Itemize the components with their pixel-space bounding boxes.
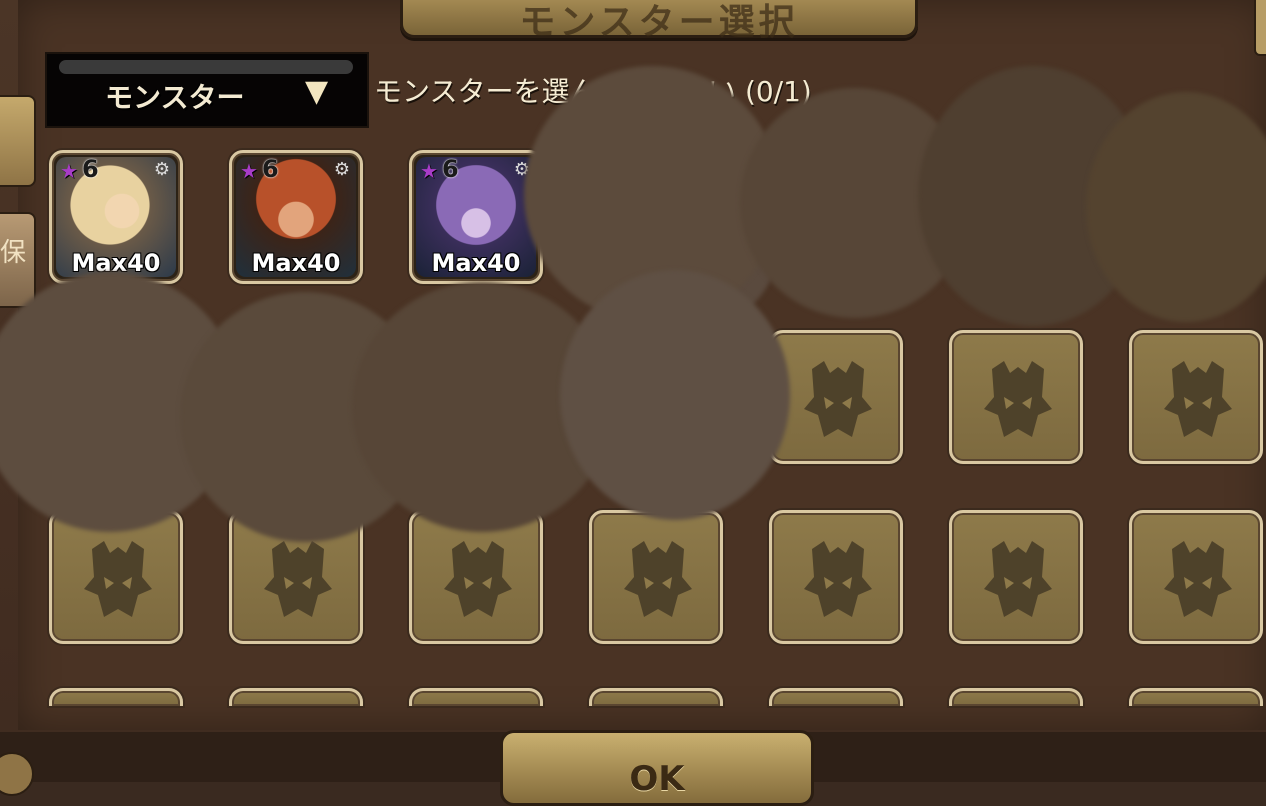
ok-button-label: OK — [629, 759, 685, 799]
empty-slot[interactable] — [769, 688, 903, 706]
monster-mask-icon — [984, 361, 1052, 437]
empty-slot[interactable] — [769, 510, 903, 644]
gear-icon: ⚙ — [153, 159, 170, 180]
star-count: 6 — [442, 155, 459, 183]
dropdown-label: モンスター — [105, 81, 245, 114]
empty-slot[interactable] — [949, 688, 1083, 706]
title-banner: モンスター選択 — [400, 0, 918, 43]
star-count: 6 — [82, 155, 99, 183]
side-tab-2[interactable]: 保 — [0, 212, 36, 308]
gear-icon: ⚙ — [333, 159, 350, 180]
monster-level: Max40 — [431, 249, 521, 277]
empty-slot[interactable] — [1129, 330, 1263, 464]
monster-slot-1[interactable]: ★ 6 ⚙ Max40 — [49, 150, 183, 284]
monster-mask-icon — [264, 541, 332, 617]
monster-filter-dropdown[interactable]: モンスター ▼ — [45, 52, 369, 128]
empty-slot[interactable] — [949, 510, 1083, 644]
empty-slot[interactable] — [949, 330, 1083, 464]
star-icon: ★ — [60, 159, 78, 183]
empty-slot[interactable] — [49, 688, 183, 706]
empty-slot[interactable] — [589, 688, 723, 706]
right-edge-tab — [1254, 0, 1266, 56]
blur-overlay — [560, 270, 790, 520]
monster-mask-icon — [804, 361, 872, 437]
monster-mask-icon — [1164, 361, 1232, 437]
monster-slot-2[interactable]: ★ 6 ⚙ Max40 — [229, 150, 363, 284]
dropdown-arrow-icon: ▼ — [305, 74, 329, 109]
monster-mask-icon — [984, 541, 1052, 617]
star-icon: ★ — [240, 159, 258, 183]
side-tab-2-label: 保 — [0, 238, 27, 268]
monster-mask-icon — [624, 541, 692, 617]
empty-slot[interactable] — [229, 688, 363, 706]
ok-button[interactable]: OK — [500, 730, 814, 806]
empty-slot[interactable] — [409, 688, 543, 706]
monster-mask-icon — [804, 541, 872, 617]
monster-level: Max40 — [251, 249, 341, 277]
empty-slot[interactable] — [1129, 688, 1263, 706]
star-count: 6 — [262, 155, 279, 183]
monster-slot-3[interactable]: ★ 6 ⚙ Max40 — [409, 150, 543, 284]
empty-slot[interactable] — [1129, 510, 1263, 644]
dropdown-top-bar — [59, 60, 353, 74]
monster-mask-icon — [1164, 541, 1232, 617]
star-icon: ★ — [420, 159, 438, 183]
side-tab-1[interactable] — [0, 95, 36, 187]
title-text: モンスター選択 — [519, 2, 799, 43]
monster-mask-icon — [84, 541, 152, 617]
monster-mask-icon — [444, 541, 512, 617]
empty-slot[interactable] — [589, 510, 723, 644]
